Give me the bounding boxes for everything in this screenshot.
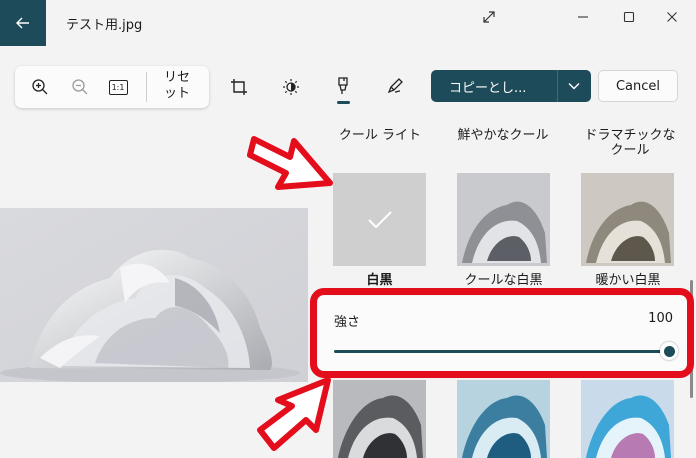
markup-button[interactable] xyxy=(383,74,407,98)
back-arrow-icon xyxy=(16,17,29,29)
filter-label-bw: 白黒 xyxy=(366,273,393,288)
filter-thumb-row3-2[interactable] xyxy=(457,380,550,458)
minimize-button[interactable] xyxy=(563,4,603,30)
chevron-down-icon xyxy=(568,83,580,90)
annotation-arrow-top-icon xyxy=(247,136,333,190)
pen-icon xyxy=(387,78,403,94)
expand-button[interactable] xyxy=(469,4,509,30)
zoom-in-button[interactable] xyxy=(27,74,53,100)
filter-thumb-row3-3[interactable] xyxy=(581,380,674,458)
crop-button[interactable] xyxy=(227,75,251,99)
filter-label-cool-light: クール ライト xyxy=(338,128,422,143)
reset-button[interactable]: リセット xyxy=(164,70,192,102)
crop-icon xyxy=(231,79,247,95)
split-divider xyxy=(557,70,558,102)
annotation-highlight-box xyxy=(310,288,694,378)
zoom-out-button[interactable] xyxy=(67,74,93,100)
save-copy-label: コピーとし... xyxy=(449,81,527,96)
actual-size-button[interactable]: 1:1 xyxy=(106,77,130,97)
photo-preview xyxy=(0,208,308,382)
active-tool-indicator xyxy=(337,101,350,104)
save-options-dropdown[interactable] xyxy=(562,76,586,96)
window-title: テスト用.jpg xyxy=(66,18,143,33)
filter-thumb-warm-bw[interactable] xyxy=(581,173,674,266)
zoom-out-icon xyxy=(72,79,88,95)
toolbar-divider xyxy=(146,72,147,102)
expand-icon xyxy=(483,11,495,23)
filter-brush-icon xyxy=(338,77,348,94)
filter-button[interactable] xyxy=(331,74,355,98)
actual-size-label: 1:1 xyxy=(111,82,125,92)
maximize-button[interactable] xyxy=(609,4,649,30)
brightness-icon xyxy=(283,79,299,95)
zoom-in-icon xyxy=(32,79,48,95)
back-button[interactable] xyxy=(0,0,46,46)
minimize-icon xyxy=(578,16,588,18)
filter-label-cool-bw: クールな白黒 xyxy=(464,273,543,288)
filter-label-warm-bw: 暖かい白黒 xyxy=(595,273,661,288)
filter-thumb-cool-bw[interactable] xyxy=(457,173,550,266)
maximize-icon xyxy=(623,11,635,23)
cancel-button[interactable]: Cancel xyxy=(598,70,678,102)
annotation-arrow-bottom-icon xyxy=(257,377,331,451)
adjustment-button[interactable] xyxy=(279,75,303,99)
checkmark-icon xyxy=(367,210,392,228)
filter-label-dramatic-cool: ドラマチックなクール xyxy=(584,128,676,158)
actual-size-icon: 1:1 xyxy=(108,79,128,95)
filter-label-vivid-cool: 鮮やかなクール xyxy=(457,128,549,143)
close-icon xyxy=(667,12,677,22)
filter-thumb-bw-selected[interactable] xyxy=(333,173,426,266)
close-button[interactable] xyxy=(652,4,692,30)
filter-thumb-row3-1[interactable] xyxy=(333,380,426,458)
